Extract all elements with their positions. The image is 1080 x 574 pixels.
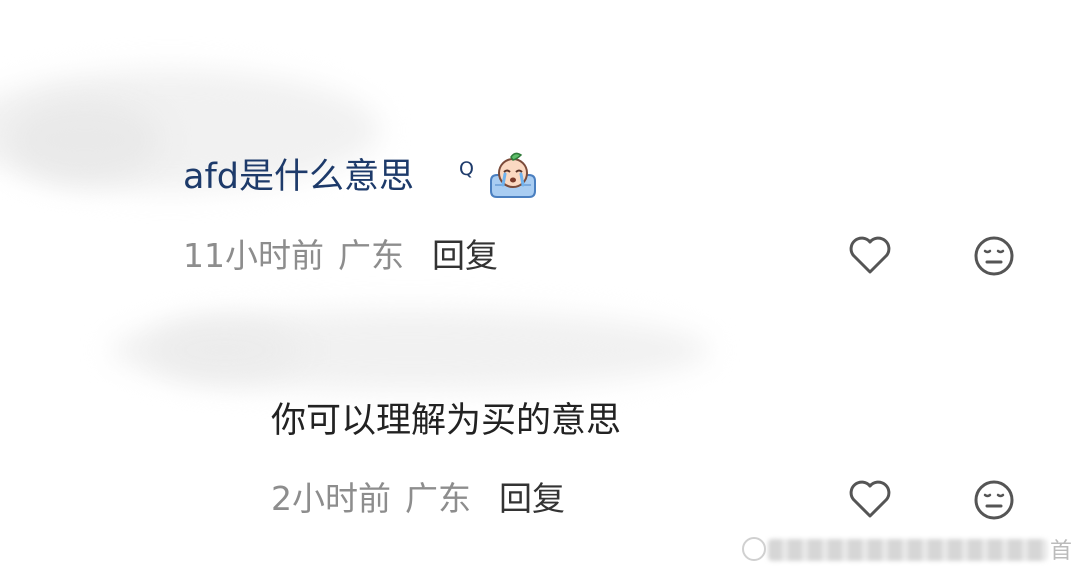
watermark: 首 (742, 533, 1072, 565)
reply-button[interactable]: 回复 (432, 236, 498, 275)
comment-meta: 11小时前 广东 回复 (183, 236, 498, 276)
comment-location: 广东 (405, 479, 471, 518)
comment-location: 广东 (338, 236, 404, 275)
heart-outline-icon[interactable] (847, 477, 893, 521)
comment-text[interactable]: 你可以理解为买的意思 (271, 399, 621, 443)
neutral-face-icon[interactable] (973, 235, 1015, 277)
search-keyword-mark[interactable]: Q (459, 158, 474, 180)
redacted-avatar-2 (150, 320, 300, 380)
comment-text[interactable]: afd是什么意思 (183, 155, 414, 199)
redacted-avatar-1 (10, 100, 160, 180)
neutral-face-icon[interactable] (973, 479, 1015, 521)
comment-time: 2小时前 (271, 479, 391, 518)
watermark-char: 首 (1049, 539, 1072, 564)
heart-outline-icon[interactable] (847, 233, 893, 277)
comment-time: 11小时前 (183, 236, 324, 275)
watermark-logo-icon (742, 537, 766, 561)
reply-button[interactable]: 回复 (499, 479, 565, 518)
watermark-redacted-text (768, 539, 1048, 561)
crying-face-emoji-icon (490, 152, 536, 198)
comment-meta: 2小时前 广东 回复 (271, 479, 565, 519)
